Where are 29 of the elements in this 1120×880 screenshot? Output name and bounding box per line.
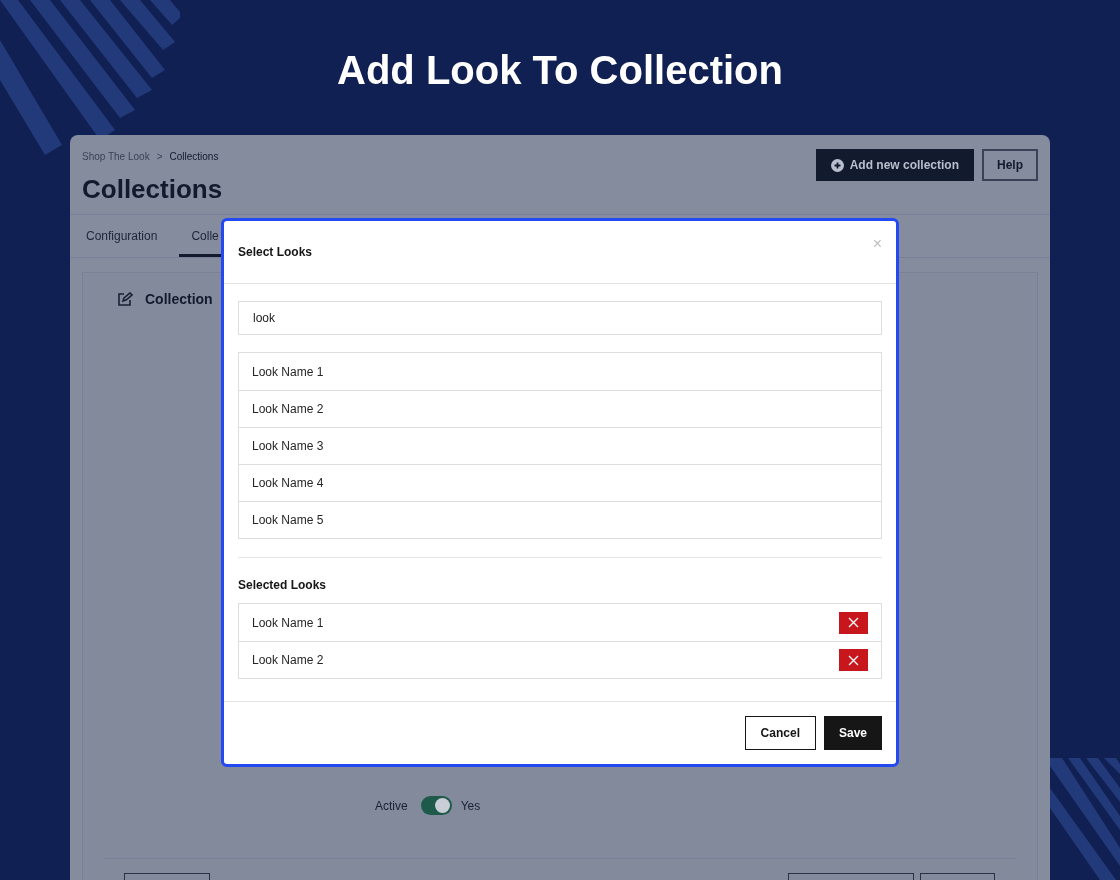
- close-icon: [848, 617, 859, 628]
- selected-item: Look Name 2: [252, 652, 324, 669]
- list-item[interactable]: Look Name 1: [239, 353, 881, 390]
- list-item[interactable]: Look Name 5: [239, 501, 881, 538]
- add-collection-button[interactable]: Add new collection: [815, 149, 974, 181]
- edit-icon: [117, 292, 133, 308]
- cancel-button[interactable]: Cancel: [744, 716, 816, 750]
- section-title: Collection: [145, 290, 213, 310]
- breadcrumb-separator: >: [156, 150, 163, 164]
- close-icon: [848, 654, 859, 666]
- remove-button[interactable]: [839, 611, 868, 634]
- tab[interactable]: Configuration: [74, 215, 170, 258]
- help-button[interactable]: Help: [982, 149, 1038, 181]
- save-button[interactable]: Save: [823, 716, 882, 750]
- list-item[interactable]: Look Name 2: [239, 390, 881, 427]
- plus-circle-icon: [830, 158, 844, 172]
- remove-button[interactable]: [839, 649, 868, 671]
- list-item[interactable]: Look Name 3: [239, 427, 881, 464]
- list-item[interactable]: Look Name 4: [239, 464, 881, 501]
- selected-item: Look Name 1: [252, 614, 324, 632]
- toggle-label: Yes: [460, 797, 481, 815]
- field-label: Active: [375, 797, 408, 815]
- dialog-title: Select Looks: [238, 244, 313, 261]
- page-heading: Collections: [82, 173, 223, 206]
- active-toggle[interactable]: [420, 796, 452, 816]
- breadcrumb-link[interactable]: Collections: [169, 149, 219, 164]
- search-field[interactable]: look: [238, 301, 882, 335]
- section-title: Selected Looks: [238, 577, 328, 594]
- page-title: Add Look To Collection: [336, 47, 784, 94]
